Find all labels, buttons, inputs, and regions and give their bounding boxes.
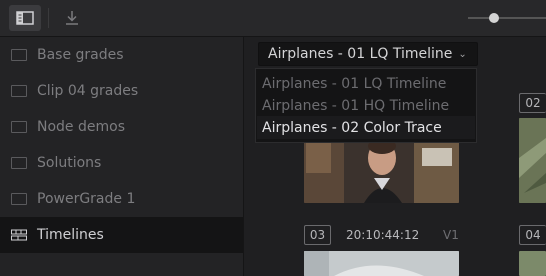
clip-thumbnail[interactable] <box>519 118 546 203</box>
zoom-slider-handle[interactable] <box>489 13 499 23</box>
chevron-down-icon: ⌄ <box>458 48 467 60</box>
timeline-option[interactable]: Airplanes - 02 Color Trace <box>257 116 475 139</box>
clip-track-label: V1 <box>443 228 459 242</box>
timeline-option[interactable]: Airplanes - 01 LQ Timeline <box>257 72 475 95</box>
timeline-option[interactable]: Airplanes - 01 HQ Timeline <box>257 94 475 117</box>
clip-number-badge: 02 <box>519 93 546 113</box>
clip-thumbnail[interactable] <box>519 251 546 276</box>
image-icon <box>11 85 27 97</box>
sidebar-item-label: Clip 04 grades <box>37 83 139 99</box>
timeline-select-dropdown[interactable]: Airplanes - 01 LQ Timeline ⌄ <box>258 42 478 66</box>
clip-number-badge: 04 <box>519 225 546 245</box>
sidebar-item-label: PowerGrade 1 <box>37 191 136 207</box>
timeline-select-value: Airplanes - 01 LQ Timeline <box>268 46 453 62</box>
timeline-icon <box>11 229 27 241</box>
sidebar-item-solutions[interactable]: Solutions <box>0 145 243 181</box>
gallery-toolbar <box>0 0 546 37</box>
sidebar-item-timelines[interactable]: Timelines <box>0 217 243 253</box>
sidebar-item-base-grades[interactable]: Base grades <box>0 37 243 73</box>
sidebar-item-node-demos[interactable]: Node demos <box>0 109 243 145</box>
sidebar-toggle-button[interactable] <box>9 5 41 31</box>
timeline-dropdown-menu: Airplanes - 01 LQ Timeline Airplanes - 0… <box>255 68 477 143</box>
sidebar-item-label: Timelines <box>37 227 104 243</box>
sidebar-item-label: Solutions <box>37 155 102 171</box>
image-icon <box>11 157 27 169</box>
sidebar-item-label: Base grades <box>37 47 124 63</box>
image-icon <box>11 121 27 133</box>
zoom-slider-track[interactable] <box>468 17 546 19</box>
toolbar-divider <box>48 8 49 28</box>
sidebar-item-clip-04-grades[interactable]: Clip 04 grades <box>0 73 243 109</box>
clip-thumbnail[interactable] <box>304 251 459 276</box>
download-icon <box>66 11 78 25</box>
import-button[interactable] <box>56 5 88 31</box>
image-icon <box>11 193 27 205</box>
clip-timecode: 20:10:44:12 <box>346 228 420 242</box>
sidebar-panel-icon <box>16 11 34 25</box>
sidebar-item-powergrade-1[interactable]: PowerGrade 1 <box>0 181 243 217</box>
image-icon <box>11 49 27 61</box>
clip-number-badge: 03 <box>304 225 331 245</box>
sidebar-item-label: Node demos <box>37 119 125 135</box>
